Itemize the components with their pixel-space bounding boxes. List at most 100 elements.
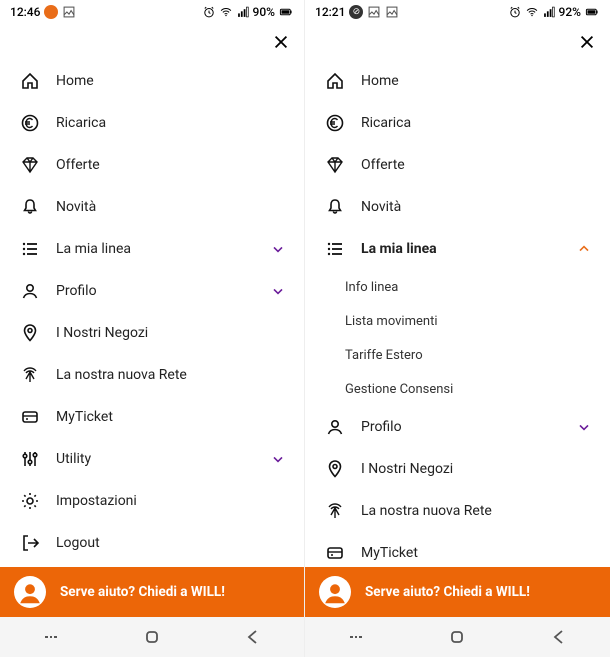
- gear-icon: [18, 491, 42, 511]
- status-notification-icon: [44, 5, 58, 19]
- battery-icon: [278, 5, 294, 19]
- menu-item-negozi[interactable]: I Nostri Negozi: [305, 448, 610, 490]
- recents-icon: [41, 627, 61, 647]
- ticket-icon: [323, 543, 347, 563]
- sub-item-listamovimenti[interactable]: Lista movimenti: [305, 304, 610, 338]
- sub-label: Tariffe Estero: [345, 348, 423, 363]
- menu-label: Novità: [347, 199, 592, 215]
- menu-label: Offerte: [347, 157, 592, 173]
- sub-label: Gestione Consensi: [345, 382, 453, 397]
- menu-item-novita[interactable]: Novità: [305, 186, 610, 228]
- close-button[interactable]: [272, 33, 290, 51]
- android-nav-bar: [305, 617, 610, 657]
- wifi-icon: [525, 5, 539, 19]
- nav-recents-button[interactable]: [326, 627, 386, 647]
- menu-label: I Nostri Negozi: [347, 461, 592, 477]
- sub-item-infolinea[interactable]: Info linea: [305, 270, 610, 304]
- menu-item-ricarica[interactable]: Ricarica: [305, 102, 610, 144]
- nav-home-button[interactable]: [427, 627, 487, 647]
- homebtn-icon: [447, 627, 467, 647]
- user-icon: [18, 281, 42, 301]
- will-avatar-icon: [319, 576, 351, 608]
- phone-left: 12:46 90% Home Ricarica: [0, 0, 305, 657]
- status-bar: 12:46 90%: [0, 0, 304, 24]
- menu-item-offerte[interactable]: Offerte: [305, 144, 610, 186]
- menu-item-lamialinea[interactable]: La mia linea: [305, 228, 610, 270]
- chevron-down-icon: [576, 419, 592, 435]
- close-icon: [272, 33, 290, 51]
- menu-item-profilo[interactable]: Profilo: [0, 270, 304, 312]
- sub-label: Info linea: [345, 280, 398, 295]
- menu-label: Logout: [42, 535, 286, 551]
- help-bar[interactable]: Serve aiuto? Chiedi a WILL!: [0, 567, 304, 617]
- recents-icon: [346, 627, 366, 647]
- menu-item-negozi[interactable]: I Nostri Negozi: [0, 312, 304, 354]
- chevron-up-icon: [576, 241, 592, 257]
- menu-label: La nostra nuova Rete: [347, 503, 592, 519]
- antenna-icon: [323, 501, 347, 521]
- alarm-icon: [508, 5, 522, 19]
- menu-label: Profilo: [347, 419, 576, 435]
- menu-item-impostazioni[interactable]: Impostazioni: [0, 480, 304, 522]
- menu-item-rete[interactable]: La nostra nuova Rete: [0, 354, 304, 396]
- bell-icon: [18, 197, 42, 217]
- menu-item-myticket[interactable]: MyTicket: [0, 396, 304, 438]
- menu-label: La nostra nuova Rete: [42, 367, 286, 383]
- status-battery: 92%: [559, 5, 581, 19]
- chevron-down-icon: [270, 241, 286, 257]
- menu-item-offerte[interactable]: Offerte: [0, 144, 304, 186]
- help-text: Serve aiuto? Chiedi a WILL!: [365, 584, 530, 600]
- menu-label: MyTicket: [42, 409, 286, 425]
- sub-item-tariffeestero[interactable]: Tariffe Estero: [305, 338, 610, 372]
- signal-icon: [542, 5, 556, 19]
- ticket-icon: [18, 407, 42, 427]
- bell-icon: [323, 197, 347, 217]
- menu-label: Home: [42, 73, 286, 89]
- menu-item-rete[interactable]: La nostra nuova Rete: [305, 490, 610, 532]
- nav-menu: Home Ricarica Offerte Novità La mia line…: [0, 60, 304, 567]
- euro-icon: [323, 113, 347, 133]
- logout-icon: [18, 533, 42, 553]
- euro-icon: [18, 113, 42, 133]
- menu-label: Home: [347, 73, 592, 89]
- menu-item-home[interactable]: Home: [305, 60, 610, 102]
- image-icon: [62, 5, 76, 19]
- nav-home-button[interactable]: [122, 627, 182, 647]
- nav-back-button[interactable]: [223, 627, 283, 647]
- menu-label: Profilo: [42, 283, 270, 299]
- menu-label: La mia linea: [42, 241, 270, 257]
- help-bar[interactable]: Serve aiuto? Chiedi a WILL!: [305, 567, 610, 617]
- status-battery: 90%: [253, 5, 275, 19]
- home-icon: [18, 71, 42, 91]
- nav-back-button[interactable]: [529, 627, 589, 647]
- menu-item-logout[interactable]: Logout: [0, 522, 304, 564]
- wifi-icon: [219, 5, 233, 19]
- help-text: Serve aiuto? Chiedi a WILL!: [60, 584, 225, 600]
- menu-item-myticket[interactable]: MyTicket: [305, 532, 610, 567]
- menu-label: Utility: [42, 451, 270, 467]
- menu-item-home[interactable]: Home: [0, 60, 304, 102]
- menu-label: Impostazioni: [42, 493, 286, 509]
- menu-label: Ricarica: [42, 115, 286, 131]
- back-icon: [243, 627, 263, 647]
- menu-item-novita[interactable]: Novità: [0, 186, 304, 228]
- battery-icon: [584, 5, 600, 19]
- sub-item-gestioneconsensi[interactable]: Gestione Consensi: [305, 372, 610, 406]
- menu-label: Novità: [42, 199, 286, 215]
- back-icon: [549, 627, 569, 647]
- chevron-down-icon: [270, 451, 286, 467]
- signal-icon: [236, 5, 250, 19]
- home-icon: [323, 71, 347, 91]
- close-button[interactable]: [578, 33, 596, 51]
- diamond-icon: [323, 155, 347, 175]
- menu-item-lamialinea[interactable]: La mia linea: [0, 228, 304, 270]
- image-icon: [367, 5, 381, 19]
- dnd-icon: ⊘: [349, 5, 363, 19]
- pin-icon: [323, 459, 347, 479]
- pin-icon: [18, 323, 42, 343]
- android-nav-bar: [0, 617, 304, 657]
- menu-item-profilo[interactable]: Profilo: [305, 406, 610, 448]
- nav-recents-button[interactable]: [21, 627, 81, 647]
- menu-item-utility[interactable]: Utility: [0, 438, 304, 480]
- menu-item-ricarica[interactable]: Ricarica: [0, 102, 304, 144]
